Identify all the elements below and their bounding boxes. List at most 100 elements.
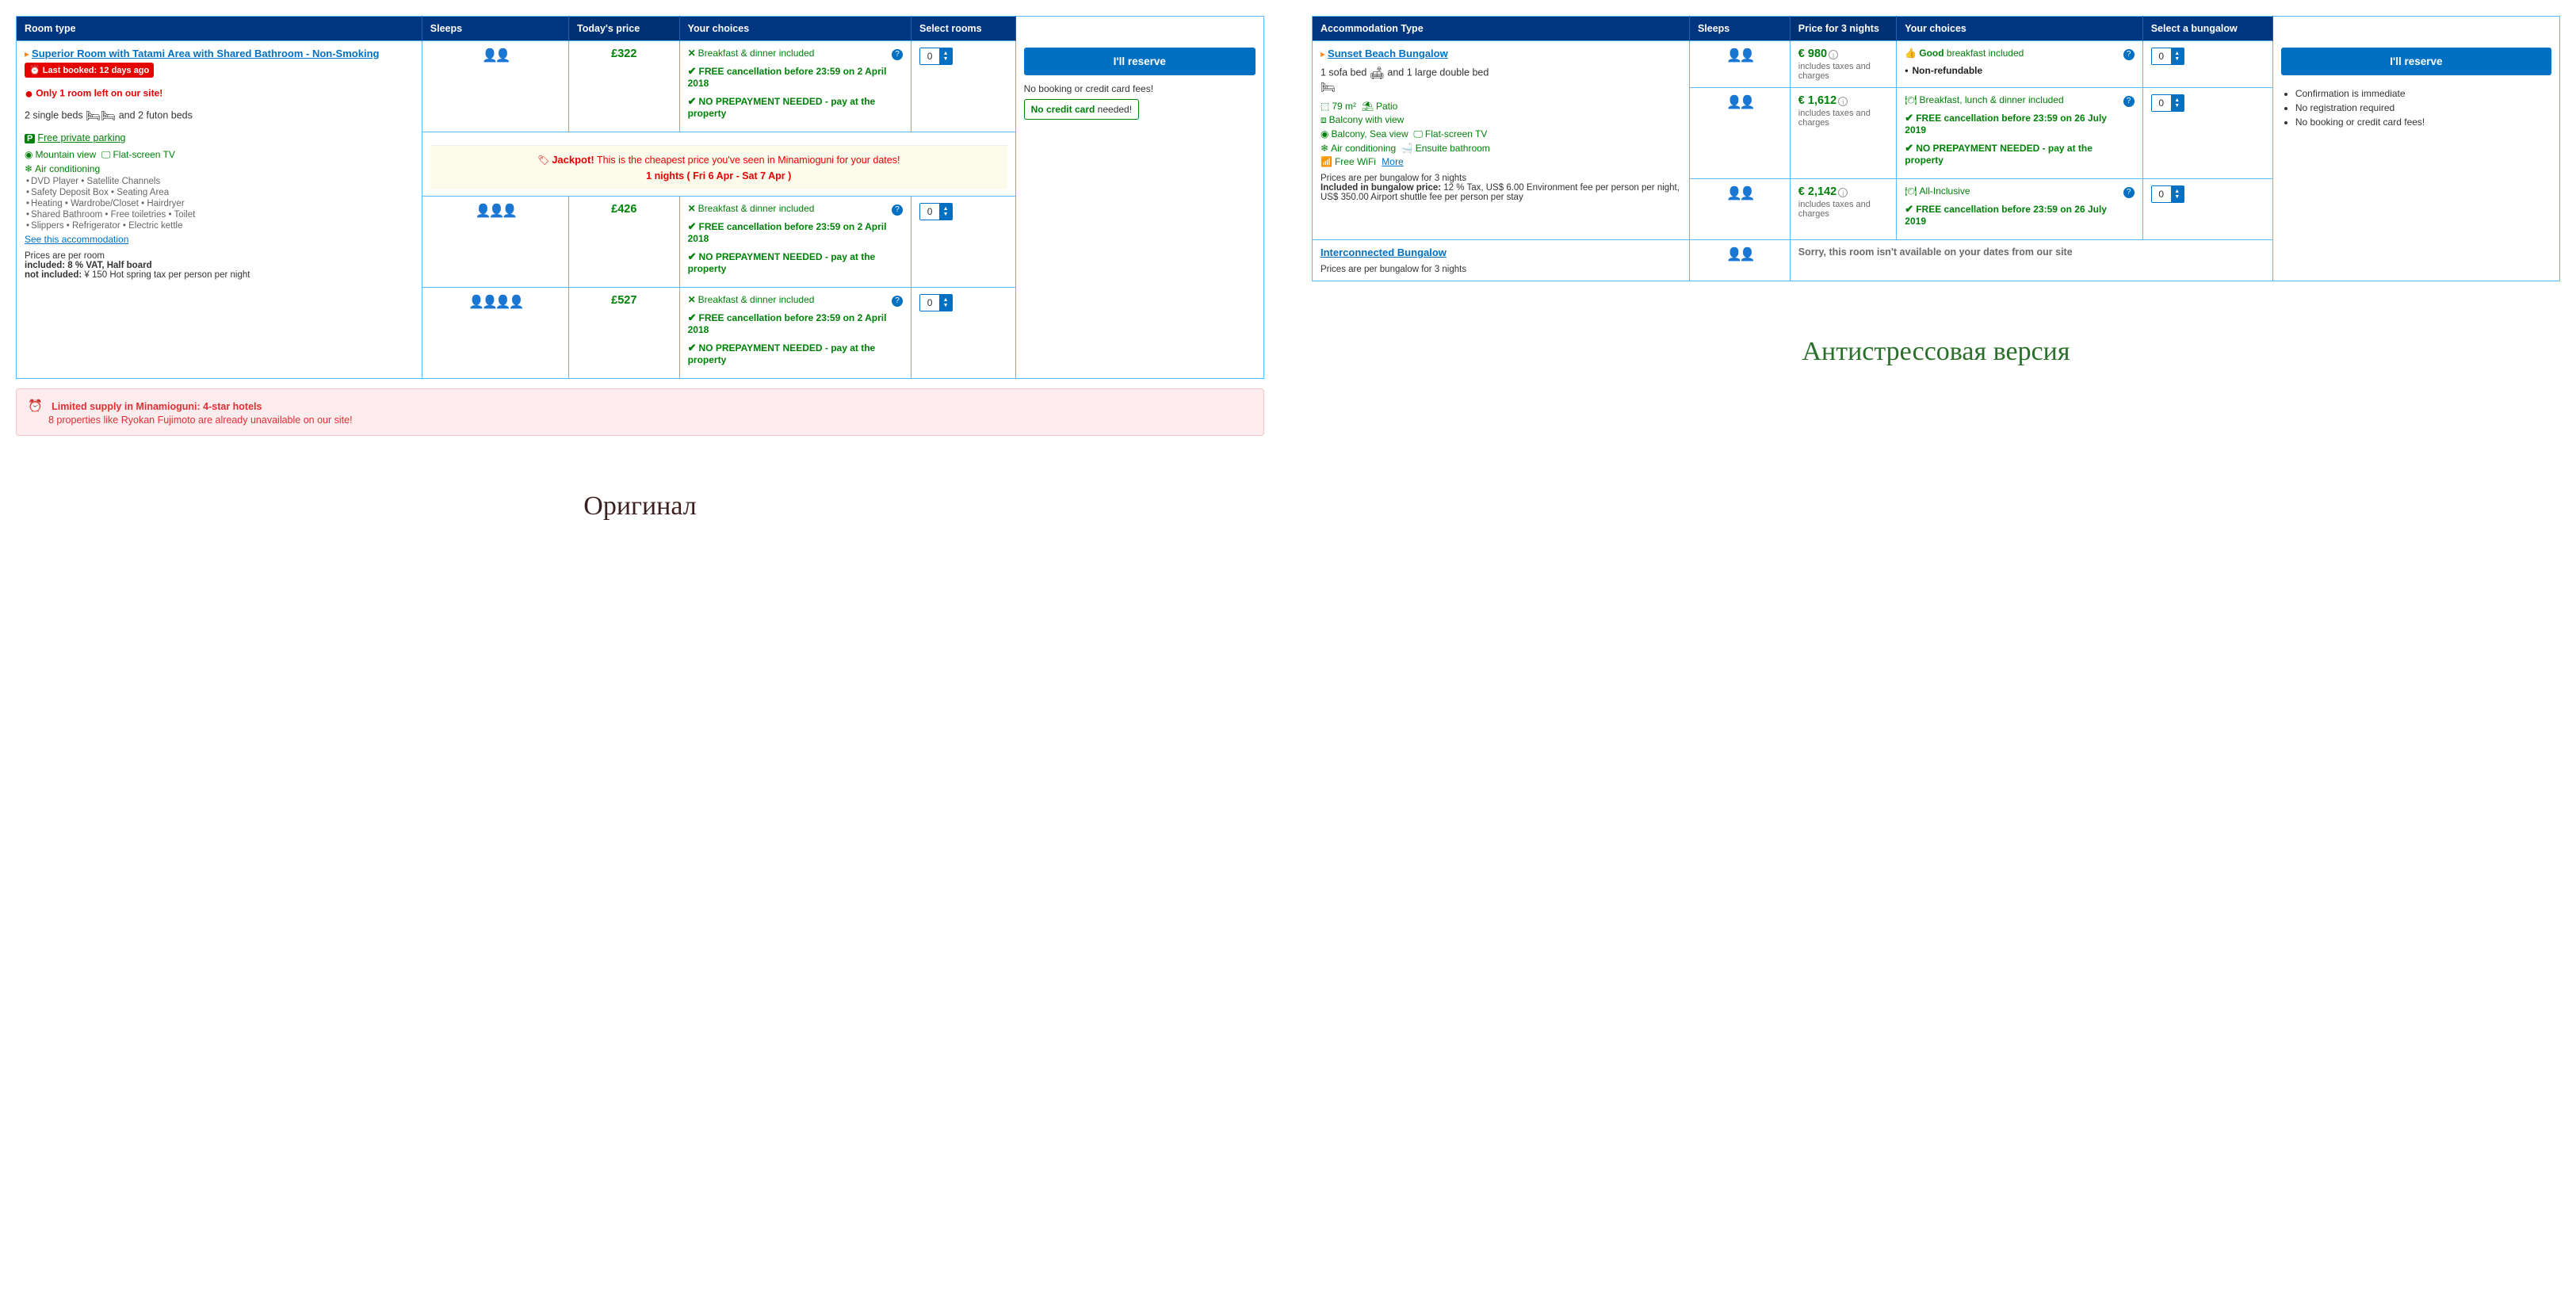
person-icon: 👤👤👤👤	[468, 296, 522, 309]
room-title-link[interactable]: Sunset Beach Bungalow	[1328, 48, 1448, 59]
reserve-cell: I'll reserve No booking or credit card f…	[1015, 41, 1263, 379]
single-bed-icon: 🛏🛏	[86, 109, 116, 123]
col-price: Today's price	[569, 17, 680, 41]
person-icon: 👤👤	[1726, 96, 1753, 109]
info-icon[interactable]: i	[1838, 97, 1848, 106]
choices-cell: 🍽All-Inclusive? ✔FREE cancellation befor…	[1897, 179, 2142, 240]
col-sleeps: Sleeps	[1689, 17, 1790, 41]
area-icon: ⬚	[1320, 101, 1329, 112]
help-icon[interactable]: ?	[892, 296, 903, 307]
price-cell: £322	[569, 41, 680, 132]
caret-icon: ▸	[1320, 48, 1325, 59]
alarm-clock-icon: ⏰	[28, 399, 43, 413]
choices-cell: ✕Breakfast & dinner included? ✔FREE canc…	[679, 41, 911, 132]
bath-icon: 🛁	[1401, 143, 1413, 154]
help-icon[interactable]: ?	[2123, 49, 2135, 60]
col-choices: Your choices	[679, 17, 911, 41]
reserve-note: No booking or credit card fees!	[1024, 83, 1256, 94]
quantity-stepper[interactable]: 0▲▼	[919, 203, 953, 220]
select-rooms-cell: 0▲▼	[2142, 179, 2272, 240]
jackpot-row: 🏷Jackpot! This is the cheapest price you…	[422, 132, 1015, 197]
thumbs-up-icon: 👍	[1905, 48, 1917, 59]
check-icon: ✔	[1905, 142, 1913, 154]
free-parking-link[interactable]: Free private parking	[37, 132, 125, 143]
price-description: Prices are per room included: 8 % VAT, H…	[25, 251, 414, 280]
info-icon[interactable]: i	[1829, 50, 1838, 59]
eye-icon: ◉	[25, 149, 32, 160]
select-rooms-cell: 0▲▼	[2142, 41, 2272, 88]
choices-cell: ✕Breakfast & dinner included? ✔FREE canc…	[679, 288, 911, 379]
person-icon: 👤👤	[1726, 187, 1753, 201]
person-icon: 👤👤	[482, 49, 509, 63]
no-credit-card-badge: No credit card needed!	[1024, 99, 1139, 120]
help-icon[interactable]: ?	[2123, 187, 2135, 198]
parking-badge-icon: P	[25, 134, 35, 143]
room-info-cell: ▸Sunset Beach Bungalow 1 sofa bed 🛋 and …	[1313, 41, 1690, 240]
sleeps-cell: 👤👤👤	[422, 197, 568, 288]
help-icon[interactable]: ?	[892, 204, 903, 216]
amenity-row: Slippers • Refrigerator • Electric kettl…	[31, 221, 182, 231]
balcony-icon: ⧈	[1320, 114, 1327, 125]
amenity-row: Heating • Wardrobe/Closet • Hairdryer	[31, 199, 185, 208]
help-icon[interactable]: ?	[2123, 96, 2135, 107]
help-icon[interactable]: ?	[892, 49, 903, 60]
col-room-type: Room type	[17, 17, 422, 41]
sleeps-cell: 👤👤	[422, 41, 568, 132]
price-cell: € 1,612iincludes taxes and charges	[1790, 88, 1897, 179]
amenity-row: DVD Player • Satellite Channels	[31, 177, 160, 186]
quantity-stepper[interactable]: 0▲▼	[919, 48, 953, 65]
room2-info-cell: Interconnected Bungalow Prices are per b…	[1313, 240, 1690, 281]
check-icon: ✔	[1905, 203, 1913, 215]
sleeps-cell: 👤👤	[1689, 179, 1790, 240]
reserve-button[interactable]: I'll reserve	[2281, 48, 2551, 75]
price-cell: £426	[569, 197, 680, 288]
quantity-stepper[interactable]: 0▲▼	[2151, 94, 2184, 112]
cutlery-icon: 🍽	[1905, 185, 1917, 197]
quantity-stepper[interactable]: 0▲▼	[2151, 48, 2184, 65]
select-rooms-cell: 0▲▼	[912, 197, 1016, 288]
caption-left: Оригинал	[16, 491, 1264, 522]
check-icon: ✔	[688, 220, 697, 232]
col-select: Select a bungalow	[2142, 17, 2272, 41]
dot-icon: ●	[25, 86, 33, 101]
sleeps-cell: 👤👤👤👤	[422, 288, 568, 379]
person-icon: 👤👤👤	[476, 204, 516, 218]
tag-icon: 🏷	[537, 155, 549, 166]
col-price: Price for 3 nights	[1790, 17, 1897, 41]
select-rooms-cell: 0▲▼	[2142, 88, 2272, 179]
left-panel: Room type Sleeps Today's price Your choi…	[16, 16, 1264, 522]
room-title-link[interactable]: Interconnected Bungalow	[1320, 246, 1447, 258]
booking-table-right: Accommodation Type Sleeps Price for 3 ni…	[1312, 16, 2560, 281]
info-icon[interactable]: i	[1838, 188, 1848, 197]
view-icon: ◉	[1320, 128, 1328, 139]
choices-cell: 🍽Breakfast, lunch & dinner included? ✔FR…	[1897, 88, 2142, 179]
sleeps-cell: 👤👤	[1689, 41, 1790, 88]
snowflake-icon: ❄	[25, 163, 32, 174]
room-title-link[interactable]: Superior Room with Tatami Area with Shar…	[32, 48, 379, 59]
room-info-cell: ▸Superior Room with Tatami Area with Sha…	[17, 41, 422, 379]
bed-info: 2 single beds 🛏🛏 and 2 futon beds	[25, 109, 414, 123]
check-icon: ✔	[688, 250, 697, 262]
reserve-button[interactable]: I'll reserve	[1024, 48, 1256, 75]
wifi-icon: 📶	[1320, 156, 1332, 167]
cutlery-icon: ✕	[688, 48, 696, 59]
scarcity-text: Only 1 room left on our site!	[36, 88, 162, 99]
choices-cell: ✕Breakfast & dinner included? ✔FREE canc…	[679, 197, 911, 288]
sofa-bed-icon: 🛋	[1370, 67, 1385, 80]
patio-icon: ⛱	[1362, 101, 1374, 112]
person-icon: 👤👤	[1726, 49, 1753, 63]
last-booked-badge: ⏰ Last booked: 12 days ago	[25, 63, 154, 78]
quantity-stepper[interactable]: 0▲▼	[2151, 185, 2184, 203]
quantity-stepper[interactable]: 0▲▼	[919, 294, 953, 311]
right-panel: Accommodation Type Sleeps Price for 3 ni…	[1312, 16, 2560, 367]
more-link[interactable]: More	[1382, 156, 1403, 167]
see-accommodation-link[interactable]: See this accommodation	[25, 234, 128, 245]
double-bed-icon: 🛏	[1320, 81, 1336, 94]
check-icon: ✔	[688, 65, 697, 77]
tv-icon: 🖵	[101, 149, 111, 160]
price-cell: £527	[569, 288, 680, 379]
cutlery-icon: 🍽	[1905, 94, 1917, 105]
snowflake-icon: ❄	[1320, 143, 1328, 154]
reserve-notes: Confirmation is immediate No registratio…	[2281, 88, 2551, 128]
select-rooms-cell: 0▲▼	[912, 41, 1016, 132]
